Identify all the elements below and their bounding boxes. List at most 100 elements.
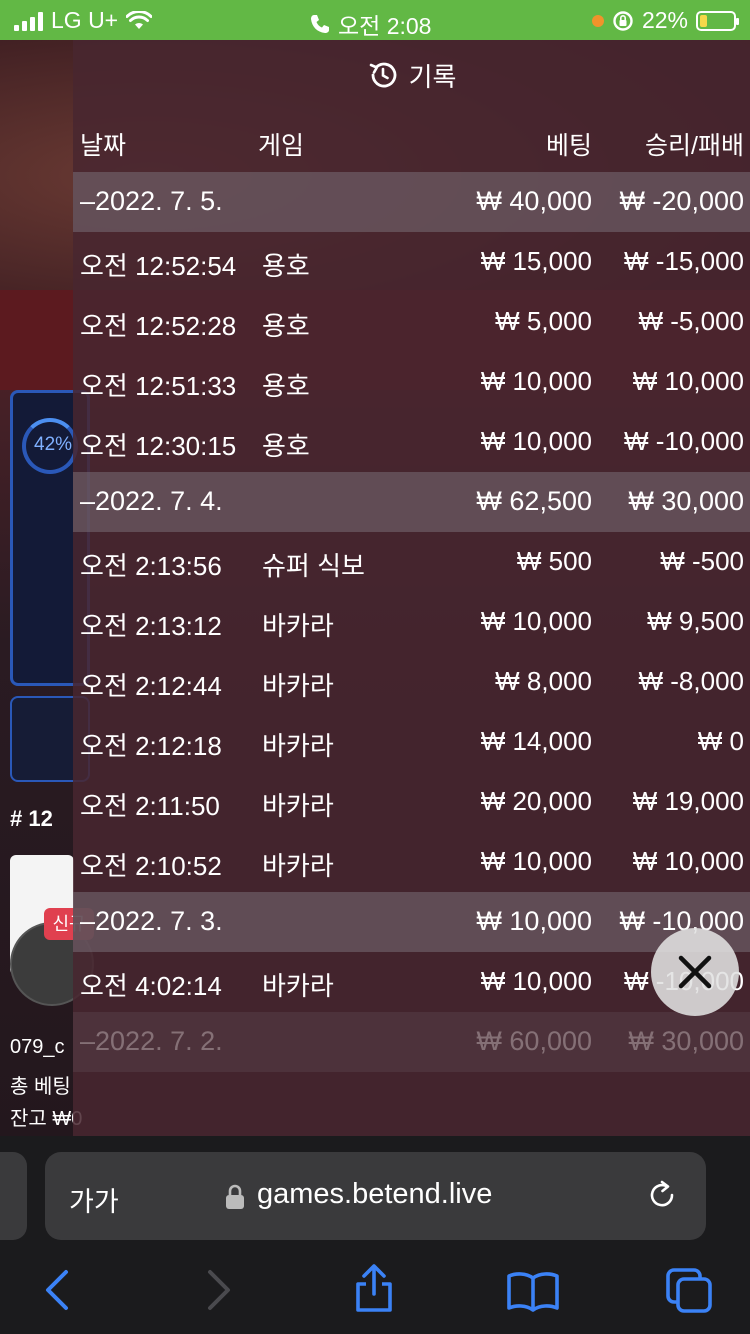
back-icon[interactable] bbox=[40, 1268, 76, 1312]
row-bet: ₩ 5,000 bbox=[495, 306, 592, 336]
history-row[interactable]: 오전 12:30:15 용호 ₩ 10,000 ₩ -10,000 bbox=[73, 412, 750, 472]
history-row[interactable]: 오전 12:51:33 용호 ₩ 10,000 ₩ 10,000 bbox=[73, 352, 750, 412]
share-icon[interactable] bbox=[352, 1262, 396, 1314]
clock: 오전 2:08 bbox=[310, 7, 431, 41]
group-date: –2022. 7. 4. bbox=[80, 486, 223, 516]
orientation-lock-icon bbox=[613, 10, 633, 31]
row-game: 바카라 bbox=[262, 731, 334, 761]
reload-icon[interactable] bbox=[645, 1178, 679, 1212]
row-bet: ₩ 15,000 bbox=[480, 246, 592, 276]
history-row[interactable]: 오전 2:12:18 바카라 ₩ 14,000 ₩ 0 bbox=[73, 712, 750, 772]
row-time: 오전 12:52:28 bbox=[80, 311, 237, 341]
row-game: 바카라 bbox=[262, 791, 334, 821]
group-bet-total: ₩ 40,000 bbox=[476, 186, 592, 216]
row-game: 슈퍼 식보 bbox=[262, 551, 365, 581]
history-header: 기록 bbox=[73, 40, 750, 110]
column-date: 날짜 bbox=[80, 132, 127, 160]
tabs-icon[interactable] bbox=[664, 1266, 714, 1314]
row-game: 바카라 bbox=[262, 671, 334, 701]
row-game: 용호 bbox=[262, 431, 310, 461]
url-text[interactable]: games.betend.live bbox=[257, 1178, 492, 1211]
carrier-info: LG U+ bbox=[14, 7, 153, 34]
bookmarks-icon[interactable] bbox=[506, 1270, 560, 1312]
column-result: 승리/패배 bbox=[645, 132, 744, 160]
row-time: 오전 2:13:12 bbox=[80, 611, 222, 641]
row-time: 오전 2:12:18 bbox=[80, 731, 222, 761]
close-icon bbox=[678, 955, 712, 989]
previous-tab-preview[interactable] bbox=[0, 1152, 27, 1240]
row-bet: ₩ 500 bbox=[516, 546, 592, 576]
history-icon bbox=[369, 62, 396, 88]
history-row[interactable]: 오전 12:52:28 용호 ₩ 5,000 ₩ -5,000 bbox=[73, 292, 750, 352]
row-time: 오전 2:11:50 bbox=[80, 791, 220, 821]
group-bet-total: ₩ 62,500 bbox=[476, 486, 592, 516]
carrier-name: LG U+ bbox=[51, 7, 119, 33]
row-result: ₩ 19,000 bbox=[632, 786, 744, 816]
row-game: 용호 bbox=[262, 311, 310, 341]
time-label: 오전 2:08 bbox=[338, 13, 432, 39]
row-time: 오전 2:10:52 bbox=[80, 851, 222, 881]
group-date: –2022. 7. 2. bbox=[80, 1026, 223, 1056]
text-size-button[interactable]: 가가 bbox=[69, 1180, 119, 1219]
group-bet-total: ₩ 10,000 bbox=[476, 906, 592, 936]
date-group-header[interactable]: –2022. 7. 2. ₩ 60,000 ₩ 30,000 bbox=[73, 1012, 750, 1072]
column-game: 게임 bbox=[258, 132, 305, 160]
row-result: ₩ -500 bbox=[660, 546, 744, 576]
date-group-header[interactable]: –2022. 7. 5. ₩ 40,000 ₩ -20,000 bbox=[73, 172, 750, 232]
battery-info: 22% bbox=[591, 7, 739, 34]
row-game: 용호 bbox=[262, 251, 310, 281]
history-row[interactable]: 오전 2:12:44 바카라 ₩ 8,000 ₩ -8,000 bbox=[73, 652, 750, 712]
history-row[interactable]: 오전 2:13:12 바카라 ₩ 10,000 ₩ 9,500 bbox=[73, 592, 750, 652]
row-bet: ₩ 10,000 bbox=[480, 606, 592, 636]
row-result: ₩ -10,000 bbox=[624, 426, 744, 456]
history-panel: 기록 날짜 게임 베팅 승리/패배 –2022. 7. 5. ₩ 40,000 … bbox=[73, 40, 750, 1136]
group-result-total: ₩ 30,000 bbox=[628, 486, 744, 516]
history-row[interactable]: 오전 12:52:54 용호 ₩ 15,000 ₩ -15,000 bbox=[73, 232, 750, 292]
row-result: ₩ 0 bbox=[697, 726, 744, 756]
history-row[interactable]: 오전 2:13:56 슈퍼 식보 ₩ 500 ₩ -500 bbox=[73, 532, 750, 592]
row-bet: ₩ 10,000 bbox=[480, 966, 592, 996]
group-result-total: ₩ -20,000 bbox=[619, 186, 744, 216]
row-time: 오전 12:51:33 bbox=[80, 371, 237, 401]
row-bet: ₩ 20,000 bbox=[480, 786, 592, 816]
row-result: ₩ -15,000 bbox=[624, 246, 744, 276]
row-time: 오전 2:13:56 bbox=[80, 551, 222, 581]
total-bet-text: 총 베팅 bbox=[10, 1076, 71, 1098]
group-date: –2022. 7. 5. bbox=[80, 186, 223, 216]
signal-icon bbox=[14, 11, 43, 31]
table-name-text: 079_c bbox=[10, 1036, 65, 1058]
row-time: 오전 4:02:14 bbox=[80, 971, 222, 1001]
row-bet: ₩ 10,000 bbox=[480, 426, 592, 456]
column-bet: 베팅 bbox=[545, 132, 592, 160]
row-result: ₩ 10,000 bbox=[632, 846, 744, 876]
group-result-total: ₩ 30,000 bbox=[628, 1026, 744, 1056]
date-group-header[interactable]: –2022. 7. 3. ₩ 10,000 ₩ -10,000 bbox=[73, 892, 750, 952]
history-title: 기록 bbox=[408, 61, 457, 92]
history-row[interactable]: 오전 2:11:50 바카라 ₩ 20,000 ₩ 19,000 bbox=[73, 772, 750, 832]
battery-percent: 22% bbox=[641, 7, 688, 33]
row-result: ₩ -5,000 bbox=[638, 306, 745, 336]
wifi-icon bbox=[126, 10, 153, 29]
row-game: 바카라 bbox=[262, 851, 334, 881]
row-result: ₩ 9,500 bbox=[647, 606, 744, 636]
history-column-headers: 날짜 게임 베팅 승리/패배 bbox=[73, 120, 750, 164]
group-bet-total: ₩ 60,000 bbox=[476, 1026, 592, 1056]
phone-icon bbox=[311, 15, 329, 33]
row-bet: ₩ 14,000 bbox=[480, 726, 592, 756]
date-group-header[interactable]: –2022. 7. 4. ₩ 62,500 ₩ 30,000 bbox=[73, 472, 750, 532]
row-result: ₩ 10,000 bbox=[632, 366, 744, 396]
forward-icon[interactable] bbox=[200, 1268, 236, 1312]
row-game: 바카라 bbox=[262, 971, 334, 1001]
address-bar[interactable]: 가가 games.betend.live bbox=[45, 1152, 706, 1240]
round-label: # 12 bbox=[10, 806, 53, 831]
row-result: ₩ -8,000 bbox=[638, 666, 745, 696]
row-bet: ₩ 8,000 bbox=[495, 666, 592, 696]
history-row[interactable]: 오전 4:02:14 바카라 ₩ 10,000 ₩ -10,000 bbox=[73, 952, 750, 1012]
row-bet: ₩ 10,000 bbox=[480, 846, 592, 876]
close-button[interactable] bbox=[651, 928, 739, 1016]
balance-text: 잔고 ₩0 bbox=[10, 1108, 83, 1130]
history-row[interactable]: 오전 2:10:52 바카라 ₩ 10,000 ₩ 10,000 bbox=[73, 832, 750, 892]
row-game: 바카라 bbox=[262, 611, 334, 641]
row-bet: ₩ 10,000 bbox=[480, 366, 592, 396]
status-bar: LG U+ 오전 2:08 22% bbox=[0, 0, 750, 40]
